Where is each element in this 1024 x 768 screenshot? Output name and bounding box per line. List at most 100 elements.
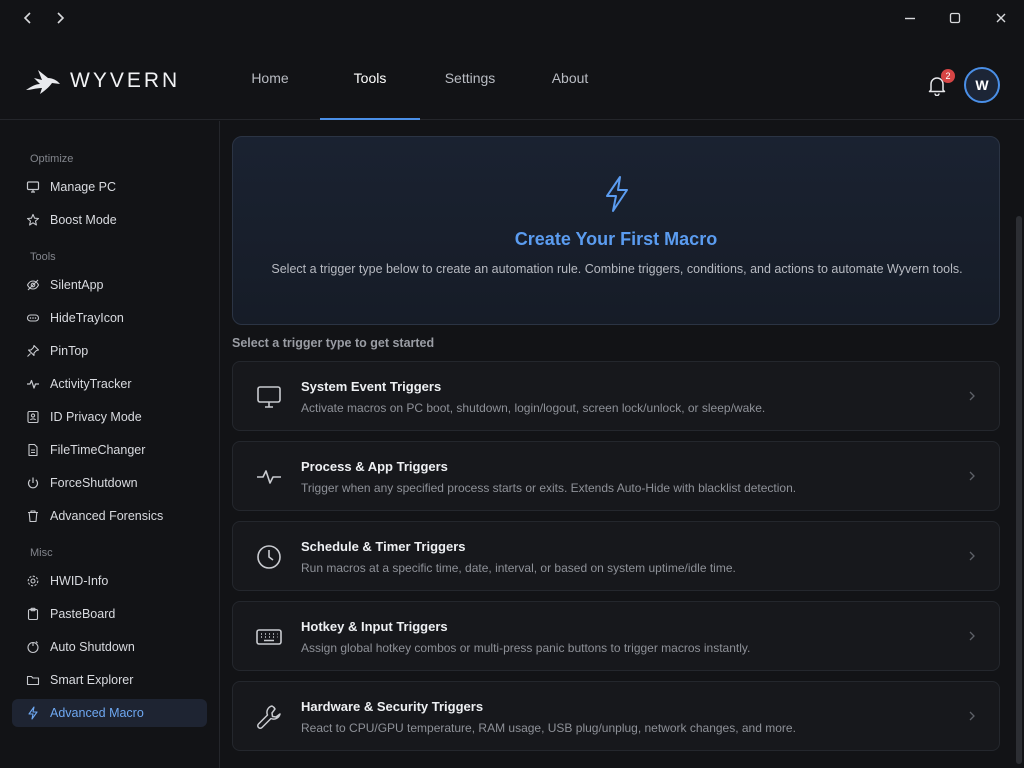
lightning-icon <box>28 706 38 720</box>
card-description: Trigger when any specified process start… <box>301 481 797 495</box>
sidebar: Optimize Manage PC Boost Mode Tools Sile… <box>0 121 220 768</box>
chevron-left-icon <box>23 12 31 24</box>
sidebar-item-label: Boost Mode <box>50 213 117 227</box>
dragon-logo-icon <box>26 70 60 94</box>
sidebar-item-advanced-macro[interactable]: Advanced Macro <box>12 699 207 727</box>
back-button[interactable] <box>16 6 40 30</box>
sidebar-item-boost-mode[interactable]: Boost Mode <box>12 206 207 234</box>
sidebar-item-label: HideTrayIcon <box>50 311 124 325</box>
sidebar-item-label: Advanced Macro <box>50 706 144 720</box>
sidebar-section-misc: Misc <box>30 547 53 559</box>
sidebar-item-forceshutdown[interactable]: ForceShutdown <box>12 469 207 497</box>
sidebar-item-silentapp[interactable]: SilentApp <box>12 271 207 299</box>
monitor-icon <box>257 386 281 408</box>
sidebar-item-label: PinTop <box>50 344 89 358</box>
chevron-right-icon <box>969 551 975 561</box>
tab-home[interactable]: Home <box>220 36 320 120</box>
sidebar-item-hidetrayicon[interactable]: HideTrayIcon <box>12 304 207 332</box>
sidebar-item-label: PasteBoard <box>50 607 116 621</box>
sidebar-item-auto-shutdown[interactable]: Auto Shutdown <box>12 633 207 661</box>
active-tab-indicator <box>320 118 420 120</box>
sidebar-item-advanced-forensics[interactable]: Advanced Forensics <box>12 502 207 530</box>
card-description: Run macros at a specific time, date, int… <box>301 561 736 575</box>
sidebar-item-label: ForceShutdown <box>50 476 138 490</box>
trigger-card-hardware-security[interactable]: Hardware & Security Triggers React to CP… <box>232 681 1000 751</box>
star-icon <box>26 213 40 226</box>
clipboard-icon <box>27 607 39 621</box>
chevron-right-icon <box>969 631 975 641</box>
sidebar-section-tools: Tools <box>30 251 56 263</box>
sidebar-item-pintop[interactable]: PinTop <box>12 337 207 365</box>
sidebar-item-smart-explorer[interactable]: Smart Explorer <box>12 666 207 694</box>
monitor-icon <box>26 181 40 193</box>
chevron-right-icon <box>969 711 975 721</box>
card-description: Activate macros on PC boot, shutdown, lo… <box>301 401 766 415</box>
tab-tools-label: Tools <box>353 70 387 86</box>
hero-title: Create Your First Macro <box>514 229 718 249</box>
chevron-right-icon <box>969 391 975 401</box>
chevron-right-icon <box>969 471 975 481</box>
clock-icon <box>257 545 281 569</box>
minimize-icon <box>905 17 915 20</box>
select-trigger-label: Select a trigger type to get started <box>232 336 435 350</box>
card-description: React to CPU/GPU temperature, RAM usage,… <box>301 721 796 735</box>
wrench-icon <box>257 705 281 729</box>
gear-icon <box>27 575 39 587</box>
sidebar-item-label: SilentApp <box>50 278 104 292</box>
sidebar-item-label: ActivityTracker <box>50 377 132 391</box>
trigger-card-schedule-timer[interactable]: Schedule & Timer Triggers Run macros at … <box>232 521 1000 591</box>
chevron-right-icon <box>57 12 65 24</box>
minimize-button[interactable] <box>898 6 922 30</box>
eye-off-icon <box>26 279 40 291</box>
lightning-icon <box>606 176 628 212</box>
sidebar-item-label: Auto Shutdown <box>50 640 135 654</box>
trigger-card-hotkey-input[interactable]: Hotkey & Input Triggers Assign global ho… <box>232 601 1000 671</box>
pulse-icon <box>257 470 281 484</box>
power-icon <box>27 477 39 489</box>
timer-power-icon <box>27 641 39 654</box>
app-name: WYVERN <box>70 69 181 92</box>
notification-badge: 2 <box>941 69 955 83</box>
tab-about-label: About <box>551 70 589 86</box>
file-clock-icon <box>28 443 38 457</box>
forward-button[interactable] <box>48 6 72 30</box>
card-title: System Event Triggers <box>301 379 442 394</box>
sidebar-item-label: Advanced Forensics <box>50 509 164 523</box>
tab-settings-label: Settings <box>444 70 496 86</box>
trash-icon <box>28 510 38 523</box>
avatar[interactable]: W <box>964 67 1000 103</box>
keyboard-icon <box>256 629 282 645</box>
trigger-card-process-app[interactable]: Process & App Triggers Trigger when any … <box>232 441 1000 511</box>
sidebar-item-label: Manage PC <box>50 180 117 194</box>
tab-tools[interactable]: Tools <box>320 36 420 120</box>
card-title: Hardware & Security Triggers <box>301 699 484 714</box>
tray-icon <box>26 314 40 322</box>
pin-icon <box>27 344 40 357</box>
sidebar-item-label: ID Privacy Mode <box>50 410 142 424</box>
folder-icon <box>26 675 40 686</box>
card-description: Assign global hotkey combos or multi-pre… <box>301 641 751 655</box>
app-logo[interactable]: WYVERN <box>24 66 180 96</box>
hero-description: Select a trigger type below to create an… <box>271 262 963 276</box>
sidebar-item-filetimechanger[interactable]: FileTimeChanger <box>12 436 207 464</box>
trigger-card-system-event[interactable]: System Event Triggers Activate macros on… <box>232 361 1000 431</box>
close-icon <box>996 13 1006 23</box>
sidebar-item-activitytracker[interactable]: ActivityTracker <box>12 370 207 398</box>
tab-about[interactable]: About <box>520 36 620 120</box>
sidebar-section-optimize: Optimize <box>30 153 74 165</box>
close-button[interactable] <box>989 6 1013 30</box>
sidebar-item-label: FileTimeChanger <box>50 443 146 457</box>
sidebar-item-manage-pc[interactable]: Manage PC <box>12 173 207 201</box>
tab-settings[interactable]: Settings <box>420 36 520 120</box>
sidebar-item-hwid-info[interactable]: HWID-Info <box>12 567 207 595</box>
sidebar-item-pasteboard[interactable]: PasteBoard <box>12 600 207 628</box>
sidebar-item-label: Smart Explorer <box>50 673 134 687</box>
card-title: Process & App Triggers <box>301 459 448 474</box>
card-title: Hotkey & Input Triggers <box>301 619 448 634</box>
main-scrollbar[interactable] <box>1016 216 1022 764</box>
maximize-icon <box>949 12 961 24</box>
sidebar-item-id-privacy-mode[interactable]: ID Privacy Mode <box>12 403 207 431</box>
tab-home-label: Home <box>251 70 289 86</box>
card-title: Schedule & Timer Triggers <box>301 539 466 554</box>
maximize-button[interactable] <box>943 6 967 30</box>
